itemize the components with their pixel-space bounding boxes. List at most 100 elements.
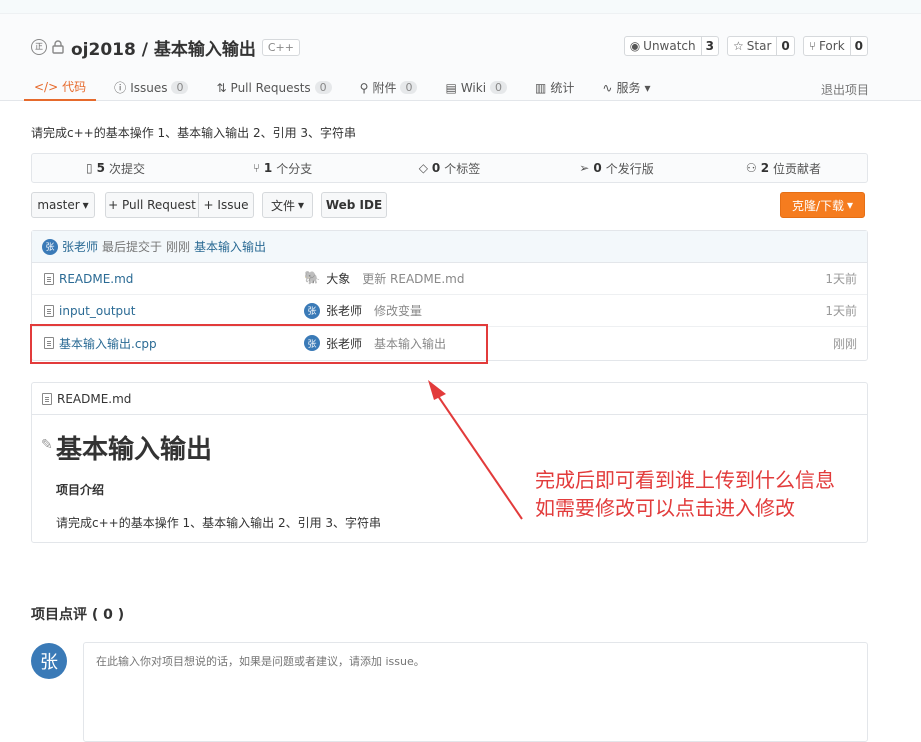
file-menu-button[interactable]: 文件 ▾ [262,192,313,218]
readme-title: 基本输入输出 [56,435,213,465]
star-count[interactable]: 0 [776,37,793,55]
caret-down-icon: ▾ [644,80,651,95]
stat-number: 0 [431,161,441,175]
tab-label: 服务 [616,81,641,95]
stat-commits[interactable]: ▯ 5 次提交 [32,154,199,182]
author-name[interactable]: 张老师 [326,302,362,319]
stat-number: 5 [96,161,105,175]
watch-count[interactable]: 3 [700,37,718,55]
author-name[interactable]: 大象 [326,270,350,287]
file-menu-label: 文件 [270,198,295,213]
code-icon: </> [34,79,59,94]
file-commit-message[interactable]: 修改变量 [374,302,422,319]
stat-number: 1 [263,161,273,175]
tab-badge: 0 [400,81,418,94]
repo-tabs: </> 代码 ⓘ Issues 0 ⇅ Pull Requests 0 ⚲ 附件… [24,74,669,101]
avatar[interactable]: 张 [42,238,58,255]
repo-description: 请完成c++的基本操作 1、基本输入输出 2、引用 3、字符串 [31,126,357,140]
stat-tags[interactable]: ◇ 0 个标签 [366,154,533,182]
commit-message[interactable]: 基本输入输出 [194,238,266,255]
table-row: input_output 张张老师 修改变量 1天前 [32,295,867,327]
tab-pull-requests[interactable]: ⇅ Pull Requests 0 [206,74,341,101]
unwatch-button[interactable]: ◉ Unwatch 3 [623,36,719,56]
branch-icon: ⑂ [252,161,260,175]
new-issue-button[interactable]: + Issue [198,192,254,218]
paperclip-icon: ⚲ [359,80,369,95]
book-icon: ▤ [445,80,457,95]
stat-label: 个标签 [444,161,481,176]
file-link[interactable]: input_output [44,304,135,318]
repo-stats-bar: ▯ 5 次提交 ⑂ 1 个分支 ◇ 0 个标签 ➢ 0 个发行版 ⚇ 2 位贡献者 [31,153,868,183]
tab-services[interactable]: ∿ 服务 ▾ [592,74,660,101]
stat-contributors[interactable]: ⚇ 2 位贡献者 [700,154,867,182]
stat-label: 位贡献者 [773,161,822,176]
commit-author[interactable]: 张老师 [62,238,98,255]
tab-badge: 0 [490,81,508,94]
commit-text: 最后提交于 [102,240,163,254]
clone-label: 克隆/下载 [791,198,844,213]
bar-chart-icon: ▥ [535,80,547,95]
tab-wiki[interactable]: ▤ Wiki 0 [435,74,517,101]
tab-stats[interactable]: ▥ 统计 [525,74,584,101]
pin-icon: ✎ [41,437,53,453]
fork-label: Fork [818,39,845,53]
pulse-icon: ∿ [602,80,613,95]
file-icon [44,304,54,317]
star-icon: ☆ [733,39,744,53]
fork-icon: ⑂ [808,39,816,53]
tab-code[interactable]: </> 代码 [24,74,97,101]
repo-title: 正 oj2018 / 基本输入输出 C++ [31,35,300,60]
stat-label: 个分支 [276,161,313,176]
fork-button[interactable]: ⑂ Fork 0 [802,36,868,56]
tab-label: Issues [130,80,168,95]
file-time: 1天前 [825,272,857,286]
table-row: README.md 🐘 大象 更新 README.md 1天前 [32,263,867,295]
annotation-highlight-box [30,324,488,364]
caret-down-icon: ▾ [297,198,305,212]
file-time: 1天前 [825,304,857,318]
tag-icon: ◇ [418,161,428,175]
star-button[interactable]: ☆ Star 0 [727,36,795,56]
file-name: README.md [59,271,134,286]
file-name: input_output [59,303,136,318]
exit-project-link[interactable]: 退出项目 [821,81,869,98]
tab-label: Pull Requests [230,80,311,95]
caret-down-icon: ▾ [847,198,854,212]
annotation-arrow [428,380,523,520]
file-commit-message[interactable]: 更新 README.md [362,270,464,287]
elephant-avatar-icon[interactable]: 🐘 [304,271,320,286]
web-ide-button[interactable]: Web IDE [321,192,387,218]
avatar[interactable]: 张 [304,302,320,319]
tab-label: 代码 [62,80,87,94]
lock-icon [52,40,64,54]
readme-body: 请完成c++的基本操作 1、基本输入输出 2、引用 3、字符串 [56,516,382,530]
fork-count[interactable]: 0 [849,37,867,55]
stat-branches[interactable]: ⑂ 1 个分支 [199,154,366,182]
stat-label: 次提交 [108,161,145,176]
readme-header: README.md [32,383,867,415]
stat-releases[interactable]: ➢ 0 个发行版 [533,154,700,182]
new-pull-request-button[interactable]: + Pull Request [105,192,199,218]
issue-icon: ⓘ [114,81,127,95]
org-icon: 正 [31,39,47,55]
repo-header: 正 oj2018 / 基本输入输出 C++ ◉ Unwatch 3 ☆ Star 0… [0,14,921,101]
annotation-text: 完成后即可看到谁上传到什么信息 如需要修改可以点击进入修改 [535,466,835,522]
eye-icon: ◉ [629,39,641,53]
review-input[interactable] [83,642,868,742]
tab-attachments[interactable]: ⚲ 附件 0 [350,74,428,101]
stat-label: 个发行版 [605,161,654,176]
readme-section-title: 项目介绍 [56,483,105,497]
commit-icon: ▯ [86,161,93,175]
repo-name[interactable]: oj2018 / 基本输入输出 [71,35,256,60]
tab-label: 统计 [550,81,575,95]
file-time: 刚刚 [832,336,857,351]
clone-download-button[interactable]: 克隆/下载 ▾ [780,192,865,218]
file-link[interactable]: README.md [44,272,133,286]
file-icon [44,272,54,285]
star-label: Star [746,39,772,53]
avatar: 张 [31,643,67,679]
stat-number: 0 [593,161,602,175]
branch-select[interactable]: master ▾ [31,192,95,218]
tab-issues[interactable]: ⓘ Issues 0 [104,74,198,101]
file-author: 🐘 大象 更新 README.md [304,270,464,287]
